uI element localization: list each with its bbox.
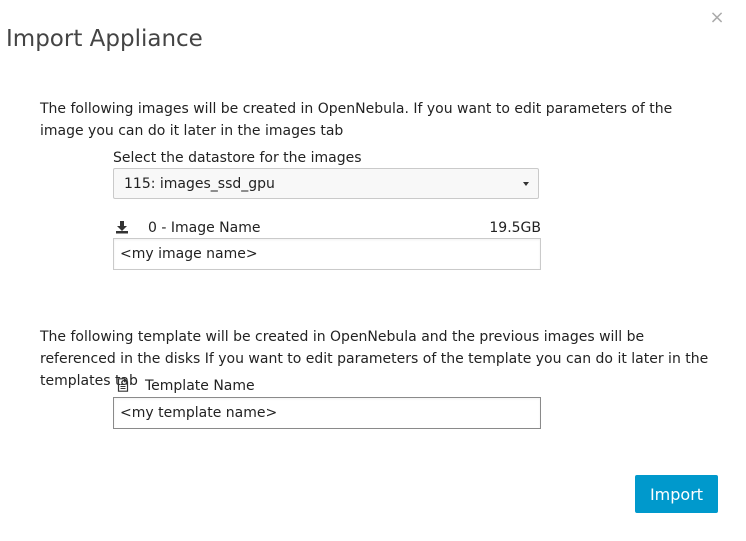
import-appliance-dialog: × Import Appliance The following images … — [0, 0, 746, 541]
caret-down-icon — [523, 182, 529, 186]
template-name-label: Template Name — [145, 378, 255, 394]
download-icon — [116, 221, 128, 234]
template-intro-text: The following template will be created i… — [40, 329, 709, 389]
datastore-selected-value: 115: images_ssd_gpu — [124, 176, 275, 192]
images-intro-text: The following images will be created in … — [40, 101, 673, 139]
image-size-label: 19.5GB — [489, 220, 541, 236]
file-text-icon — [117, 378, 129, 392]
template-name-input[interactable] — [113, 397, 541, 429]
image-name-input[interactable] — [113, 238, 541, 270]
datastore-label: Select the datastore for the images — [113, 150, 362, 166]
dialog-title: Import Appliance — [6, 26, 203, 52]
datastore-select[interactable]: 115: images_ssd_gpu — [113, 168, 539, 199]
import-button[interactable]: Import — [635, 475, 718, 513]
close-icon[interactable]: × — [708, 8, 726, 28]
image-name-label: 0 - Image Name — [148, 220, 261, 236]
